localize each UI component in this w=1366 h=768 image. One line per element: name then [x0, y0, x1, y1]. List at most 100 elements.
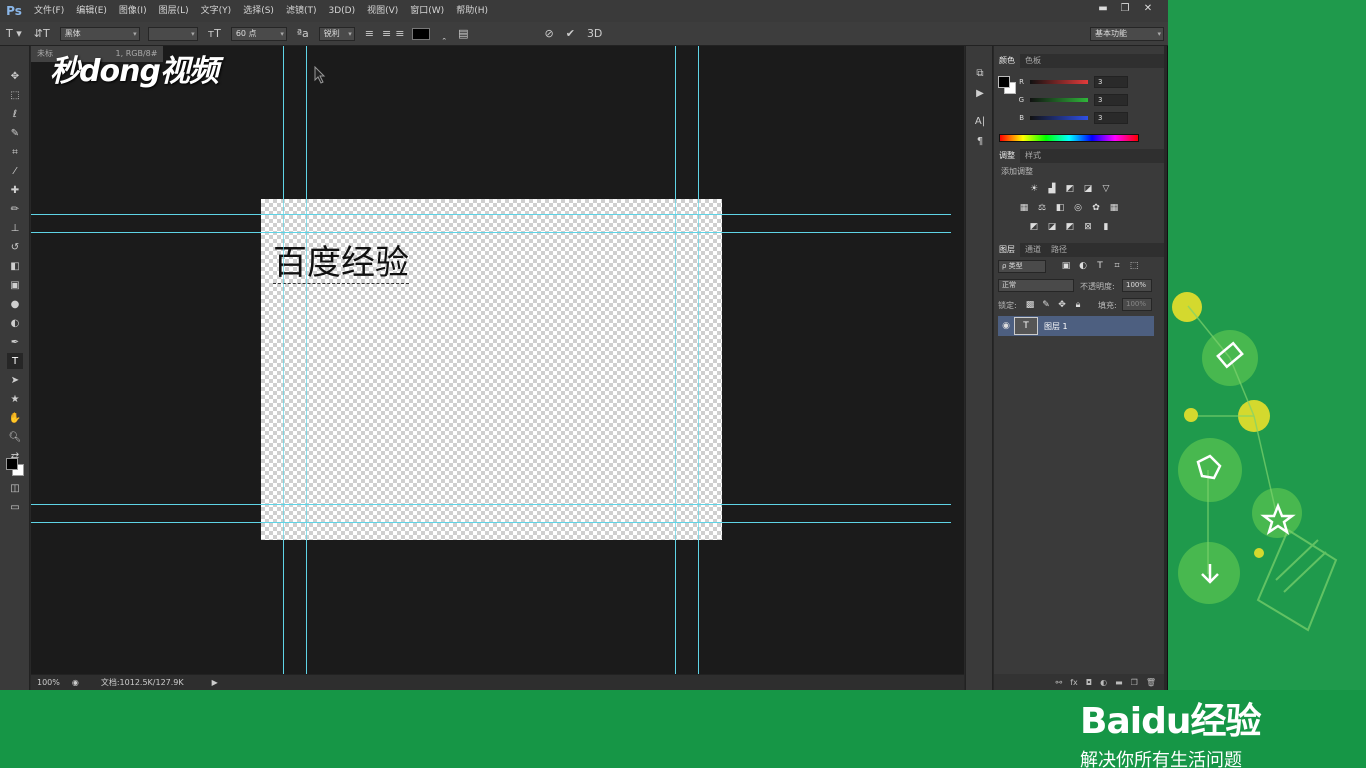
menu-file[interactable]: 文件(F): [28, 0, 70, 22]
levels-icon[interactable]: ▟: [1046, 183, 1058, 195]
menu-type[interactable]: 文字(Y): [195, 0, 238, 22]
pen-tool-icon[interactable]: ✒: [7, 334, 23, 350]
document-canvas[interactable]: 百度经验: [261, 199, 722, 540]
opacity-field[interactable]: 100%: [1122, 279, 1152, 292]
hue-saturation-icon[interactable]: ▦: [1018, 202, 1030, 214]
menu-help[interactable]: 帮助(H): [450, 0, 494, 22]
eyedropper-tool-icon[interactable]: ⁄: [7, 163, 23, 179]
type-tool-icon[interactable]: T ▾: [6, 27, 22, 40]
zoom-level[interactable]: 100%: [37, 678, 60, 687]
slider-red[interactable]: R 3: [1000, 75, 1150, 89]
quick-select-tool-icon[interactable]: ✎: [7, 125, 23, 141]
fill-field[interactable]: 100%: [1122, 298, 1152, 311]
slider-green-track[interactable]: [1030, 98, 1088, 102]
layer-style-icon[interactable]: fx: [1070, 678, 1078, 687]
lock-pixels-icon[interactable]: ✎: [1040, 299, 1052, 311]
menu-layer[interactable]: 图层(L): [153, 0, 195, 22]
filter-pixel-icon[interactable]: ▣: [1060, 260, 1072, 272]
tab-layers[interactable]: 图层: [994, 243, 1020, 257]
gradient-map-icon[interactable]: ▮: [1100, 221, 1112, 233]
warp-text-icon[interactable]: ꞈ: [442, 27, 446, 40]
posterize-icon[interactable]: ◪: [1046, 221, 1058, 233]
font-size-select[interactable]: 60 点 ▾: [230, 26, 287, 41]
delete-layer-icon[interactable]: 🗑︎: [1146, 678, 1156, 687]
link-layers-icon[interactable]: ⚯: [1056, 678, 1063, 687]
tab-swatches[interactable]: 色板: [1020, 54, 1046, 68]
new-layer-icon[interactable]: ❐: [1131, 678, 1138, 687]
brush-tool-icon[interactable]: ✏: [7, 201, 23, 217]
healing-brush-tool-icon[interactable]: ✚: [7, 182, 23, 198]
font-style-select[interactable]: ▾: [147, 26, 198, 41]
layer-mask-icon[interactable]: ◘: [1086, 678, 1092, 687]
crop-tool-icon[interactable]: ⌗: [7, 144, 23, 160]
workspace-select[interactable]: 基本功能 ▾: [1090, 26, 1164, 41]
canvas-text-layer[interactable]: 百度经验: [273, 243, 409, 284]
lock-all-icon[interactable]: 🔒︎: [1072, 299, 1084, 311]
layer-name[interactable]: 图层 1: [1044, 321, 1068, 332]
font-family-select[interactable]: 黑体 ▾: [59, 26, 140, 41]
align-right-icon[interactable]: ≡: [395, 27, 404, 40]
antialias-select[interactable]: 锐利 ▾: [318, 26, 355, 41]
filter-type-icon[interactable]: T: [1094, 260, 1106, 272]
foreground-color-swatch[interactable]: [6, 458, 18, 470]
blend-mode-select[interactable]: 正常: [998, 279, 1074, 292]
guide-horizontal[interactable]: [31, 214, 951, 215]
new-group-icon[interactable]: ▬: [1115, 678, 1123, 687]
layer-row[interactable]: ◉ T 图层 1: [998, 316, 1154, 336]
menu-view[interactable]: 视图(V): [361, 0, 404, 22]
align-center-icon[interactable]: ≡: [382, 27, 391, 40]
curves-icon[interactable]: ◩: [1064, 183, 1076, 195]
dodge-tool-icon[interactable]: ◐: [7, 315, 23, 331]
brightness-icon[interactable]: ☀: [1028, 183, 1040, 195]
photo-filter-icon[interactable]: ◎: [1072, 202, 1084, 214]
lock-position-icon[interactable]: ✥: [1056, 299, 1068, 311]
filter-shape-icon[interactable]: ⌗: [1111, 260, 1123, 272]
status-info-icon[interactable]: ◉: [72, 678, 79, 687]
slider-green[interactable]: G 3: [1000, 93, 1150, 107]
path-selection-tool-icon[interactable]: ➤: [7, 372, 23, 388]
color-lookup-icon[interactable]: ▦: [1108, 202, 1120, 214]
tab-styles[interactable]: 样式: [1020, 149, 1046, 163]
3d-button[interactable]: 3D: [587, 27, 602, 40]
commit-icon[interactable]: ✔: [566, 27, 575, 40]
slider-blue-track[interactable]: [1030, 116, 1088, 120]
history-brush-tool-icon[interactable]: ↺: [7, 239, 23, 255]
slider-blue[interactable]: B 3: [1000, 111, 1150, 125]
quick-mask-icon[interactable]: ◫: [7, 480, 23, 496]
zoom-tool-icon[interactable]: 🔍︎: [7, 429, 23, 445]
guide-horizontal[interactable]: [31, 504, 951, 505]
slider-green-value[interactable]: 3: [1094, 94, 1128, 106]
paragraph-panel-icon[interactable]: ¶: [973, 134, 987, 148]
guide-horizontal[interactable]: [31, 522, 951, 523]
invert-icon[interactable]: ◩: [1028, 221, 1040, 233]
layer-filter-select[interactable]: ρ 类型: [998, 260, 1046, 273]
tab-color[interactable]: 颜色: [994, 54, 1020, 68]
channel-mixer-icon[interactable]: ✿: [1090, 202, 1102, 214]
character-panel-icon[interactable]: ▤: [458, 27, 468, 40]
slider-red-track[interactable]: [1030, 80, 1088, 84]
menu-edit[interactable]: 编辑(E): [70, 0, 113, 22]
actions-panel-icon[interactable]: ▶: [973, 86, 987, 100]
color-foreground-swatch[interactable]: [998, 76, 1010, 88]
minimize-button[interactable]: ▬: [1092, 0, 1114, 16]
black-white-icon[interactable]: ◧: [1054, 202, 1066, 214]
hand-tool-icon[interactable]: ✋: [7, 410, 23, 426]
history-panel-icon[interactable]: ⧉: [973, 66, 987, 80]
text-color-swatch[interactable]: [412, 27, 431, 40]
selective-color-icon[interactable]: ⊠: [1082, 221, 1094, 233]
menu-3d[interactable]: 3D(D): [322, 0, 361, 22]
menu-select[interactable]: 选择(S): [237, 0, 280, 22]
menu-image[interactable]: 图像(I): [113, 0, 153, 22]
tab-channels[interactable]: 通道: [1020, 243, 1046, 257]
clone-stamp-tool-icon[interactable]: ⊥: [7, 220, 23, 236]
threshold-icon[interactable]: ◩: [1064, 221, 1076, 233]
blur-tool-icon[interactable]: ●: [7, 296, 23, 312]
lock-transparency-icon[interactable]: ▩: [1024, 299, 1036, 311]
cancel-icon[interactable]: ⊘: [545, 27, 554, 40]
move-tool-icon[interactable]: ✥: [7, 68, 23, 84]
shape-tool-icon[interactable]: ★: [7, 391, 23, 407]
align-left-icon[interactable]: ≡: [365, 27, 374, 40]
visibility-eye-icon[interactable]: ◉: [998, 321, 1014, 331]
screen-mode-icon[interactable]: ▭: [7, 499, 23, 515]
color-balance-icon[interactable]: ⚖: [1036, 202, 1048, 214]
